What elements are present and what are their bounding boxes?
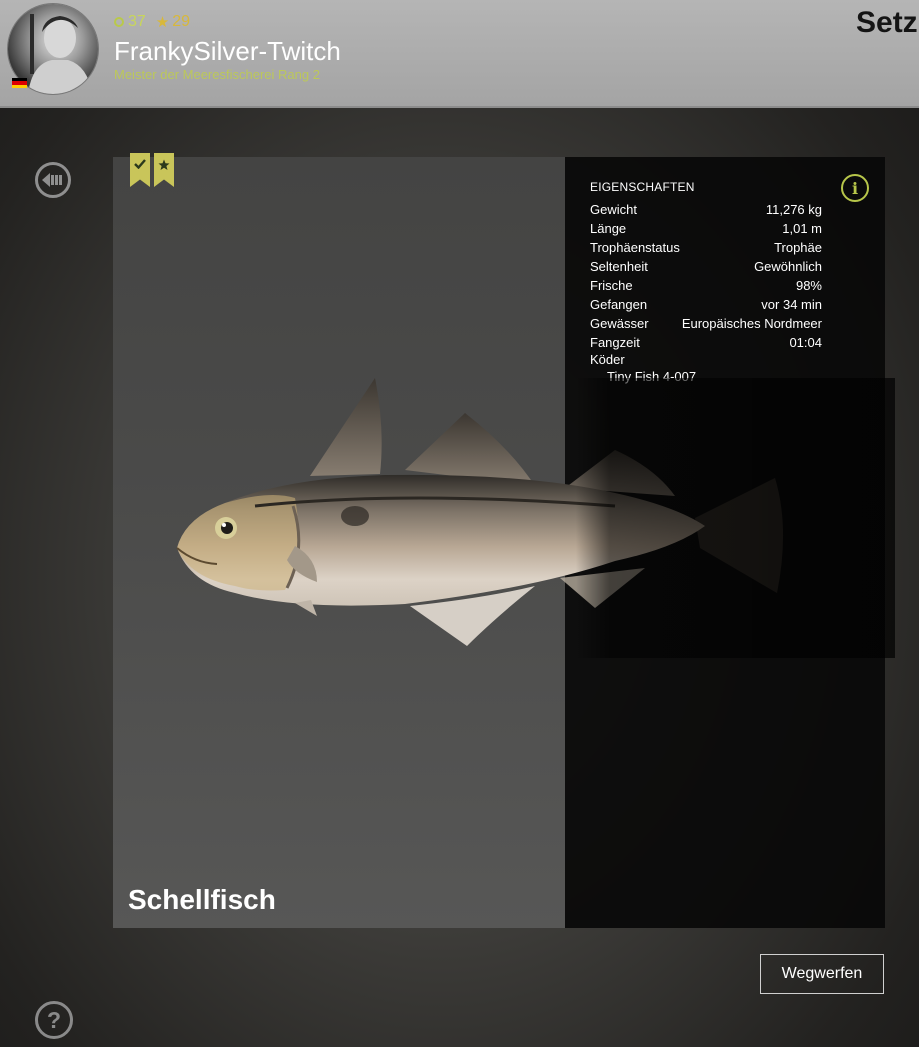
player-stars: 29 [172, 13, 191, 30]
player-header: 37 ★ 29 FrankySilver-Twitch Meister der … [0, 0, 919, 108]
properties-list: Gewicht 11,276 kg Länge 1,01 m Trophäens… [590, 200, 822, 352]
info-icon[interactable]: i [841, 174, 869, 202]
property-row: Frische 98% [590, 276, 822, 295]
player-level: 37 [128, 13, 146, 30]
fish-card: Schellfisch [113, 153, 565, 928]
trophy-star-bookmark [154, 153, 174, 187]
property-value: vor 34 min [761, 297, 822, 312]
property-value: 11,276 kg [765, 202, 822, 217]
property-value: Trophäe [774, 240, 822, 255]
level-ring-icon [114, 17, 124, 27]
property-row: Fangzeit 01:04 [590, 333, 822, 352]
fish-name: Schellfisch [128, 884, 276, 915]
property-row: Gewässer Europäisches Nordmeer [590, 314, 822, 333]
player-rank: Meister der Meeresfischerei Rang 2 [114, 67, 320, 82]
back-button[interactable] [35, 162, 71, 198]
property-value: Gewöhnlich [754, 259, 822, 274]
star-icon: ★ [155, 14, 170, 31]
check-icon [134, 159, 146, 169]
property-label: Gewicht [590, 202, 637, 217]
property-value: 98% [795, 278, 822, 293]
property-label: Gewässer [590, 316, 649, 331]
property-label: Fangzeit [590, 335, 640, 350]
bookmarks [130, 153, 174, 187]
property-row: Gewicht 11,276 kg [590, 200, 822, 219]
property-value: Europäisches Nordmeer [681, 316, 822, 331]
player-name: FrankySilver-Twitch [114, 36, 341, 66]
property-label: Trophäenstatus [590, 240, 680, 255]
properties-title: EIGENSCHAFTEN [590, 180, 695, 194]
property-label: Seltenheit [590, 259, 648, 274]
player-stats: 37 ★ 29 [114, 13, 190, 31]
properties-panel: EIGENSCHAFTEN i Gewicht 11,276 kg Länge … [565, 157, 885, 928]
back-arrow-icon [42, 173, 62, 187]
property-label: Gefangen [590, 297, 648, 312]
bait-value: Tiny Fish 4-007 [607, 369, 697, 384]
bait-label: Köder [590, 352, 625, 367]
discard-button[interactable]: Wegwerfen [760, 954, 884, 994]
property-row: Länge 1,01 m [590, 219, 822, 238]
property-row: Trophäenstatus Trophäe [590, 238, 822, 257]
property-value: 01:04 [789, 335, 822, 350]
property-row: Seltenheit Gewöhnlich [590, 257, 822, 276]
property-label: Frische [590, 278, 633, 293]
page-heading: Setz [856, 6, 918, 39]
property-value: 1,01 m [782, 221, 822, 236]
property-row: Gefangen vor 34 min [590, 295, 822, 314]
property-label: Länge [590, 221, 627, 236]
star-icon [158, 159, 170, 170]
catch-check-bookmark [130, 153, 150, 187]
country-flag-icon [12, 78, 27, 88]
help-icon[interactable]: ? [35, 1001, 73, 1039]
